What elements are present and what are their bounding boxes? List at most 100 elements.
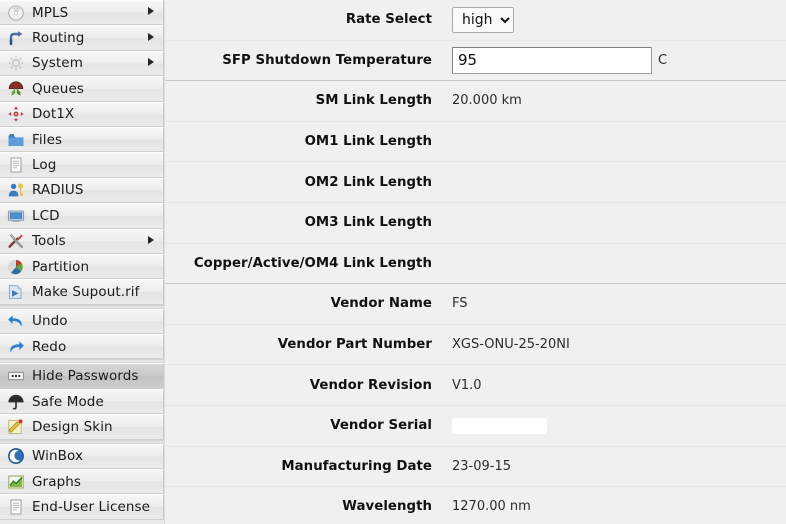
field-value-text: V1.0 xyxy=(452,377,482,393)
license-document-icon xyxy=(7,498,25,516)
sidebar-item-files[interactable]: Files xyxy=(0,126,164,153)
form-row: Copper/Active/OM4 Link Length xyxy=(165,243,786,285)
form-row: SFP Shutdown Temperature C xyxy=(165,40,786,82)
field-label: Vendor Serial xyxy=(330,418,432,434)
sidebar-group: Undo Redo xyxy=(0,308,164,360)
sidebar-item-system[interactable]: System xyxy=(0,50,164,77)
sidebar-item-make-supout-rif[interactable]: Make Supout.rif xyxy=(0,279,164,305)
hide-passwords-icon xyxy=(7,367,25,385)
sidebar-item-partition[interactable]: Partition xyxy=(0,253,164,280)
sfp-properties-form: Rate Select highlow SFP Shutdown Temperatu… xyxy=(165,0,786,524)
rate-select-dropdown[interactable]: highlow xyxy=(452,6,514,33)
sidebar-item-dot1x[interactable]: Dot1X xyxy=(0,101,164,127)
field-label: Copper/Active/OM4 Link Length xyxy=(193,255,432,271)
sidebar-item-label: WinBox xyxy=(32,448,84,465)
field-value: 20.000 km xyxy=(442,93,786,108)
form-row: Vendor Name FS xyxy=(165,284,786,325)
field-label: Manufacturing Date xyxy=(281,458,432,474)
temperature-input-wrap: C xyxy=(452,46,668,74)
sidebar-item-label: Partition xyxy=(32,258,90,275)
sidebar-item-label: Tools xyxy=(32,233,66,250)
field-label: Rate Select xyxy=(345,12,432,28)
field-label: Wavelength xyxy=(342,499,432,515)
queues-icon xyxy=(7,80,25,98)
sidebar-item-label: End-User License xyxy=(32,499,151,516)
files-folder-icon xyxy=(7,131,25,149)
field-value-text: XGS-ONU-25-20NI xyxy=(452,337,570,353)
safe-mode-umbrella-icon xyxy=(7,393,25,411)
sidebar-item-label: Design Skin xyxy=(32,418,113,435)
sidebar-menu[interactable]: MPLS Routing System Queues Dot1X Files Log RADI… xyxy=(0,0,165,524)
field-label: OM2 Link Length xyxy=(304,174,432,190)
sidebar-group: Hide Passwords Safe Mode Design Skin xyxy=(0,363,164,440)
field-label: SFP Shutdown Temperature xyxy=(222,52,432,68)
sidebar-item-end-user-license[interactable]: End-User License xyxy=(0,494,164,520)
log-icon xyxy=(7,156,25,174)
sidebar-item-radius[interactable]: RADIUS xyxy=(0,177,164,204)
form-row: OM3 Link Length xyxy=(165,202,786,244)
sidebar-item-mpls[interactable]: MPLS xyxy=(0,0,164,26)
field-value-text: 1270.00 nm xyxy=(452,499,531,515)
field-value: 23-09-15 xyxy=(442,459,786,474)
sidebar-item-label: Queues xyxy=(32,80,84,97)
sidebar-item-label: Graphs xyxy=(32,473,82,490)
sidebar-item-label: Dot1X xyxy=(32,106,75,123)
sidebar-item-hide-passwords[interactable]: Hide Passwords xyxy=(0,363,164,389)
field-value-text: 20.000 km xyxy=(452,93,522,109)
field-value: FS xyxy=(442,296,786,311)
sidebar-item-label: Log xyxy=(32,157,57,174)
sidebar-item-queues[interactable]: Queues xyxy=(0,76,164,102)
field-label: Vendor Part Number xyxy=(277,337,432,353)
sidebar-item-label: LCD xyxy=(32,207,60,224)
field-value: C xyxy=(442,46,786,74)
sidebar-item-safe-mode[interactable]: Safe Mode xyxy=(0,388,164,415)
chevron-right-icon xyxy=(145,32,157,44)
field-value: V1.0 xyxy=(442,378,786,393)
sidebar-item-label: Undo xyxy=(32,313,68,330)
field-value: XGS-ONU-25-20NI xyxy=(442,337,786,352)
system-gear-icon xyxy=(7,54,25,72)
sidebar-item-tools[interactable]: Tools xyxy=(0,228,164,254)
tools-icon xyxy=(7,232,25,250)
sidebar-item-undo[interactable]: Undo xyxy=(0,308,164,335)
chevron-right-icon xyxy=(145,57,157,69)
field-value xyxy=(442,418,786,433)
redo-arrow-icon xyxy=(7,338,25,356)
form-row: Manufacturing Date 23-09-15 xyxy=(165,446,786,488)
field-label: OM3 Link Length xyxy=(304,215,432,231)
sidebar-item-label: Routing xyxy=(32,30,85,47)
sidebar-item-label: Redo xyxy=(32,338,67,355)
sidebar-item-winbox[interactable]: WinBox xyxy=(0,443,164,470)
sfp-shutdown-temperature-input[interactable] xyxy=(452,46,652,74)
dot1x-icon xyxy=(7,105,25,123)
field-label: Vendor Revision xyxy=(309,377,432,393)
winbox-webfig-window: MPLS Routing System Queues Dot1X Files Log RADI… xyxy=(0,0,786,524)
field-value-text: FS xyxy=(452,296,468,312)
redacted-vendor-serial xyxy=(452,418,546,433)
design-skin-pencil-icon xyxy=(7,418,25,436)
form-row: SM Link Length 20.000 km xyxy=(165,81,786,122)
supout-icon xyxy=(7,283,25,301)
graphs-chart-icon xyxy=(7,473,25,491)
sidebar-item-graphs[interactable]: Graphs xyxy=(0,469,164,495)
form-row: Wavelength 1270.00 nm xyxy=(165,487,786,524)
sidebar-item-label: Files xyxy=(32,131,63,148)
field-value-text: 23-09-15 xyxy=(452,458,512,474)
sidebar-item-redo[interactable]: Redo xyxy=(0,334,164,360)
sidebar-item-design-skin[interactable]: Design Skin xyxy=(0,414,164,440)
temperature-unit-label: C xyxy=(658,52,668,68)
lcd-screen-icon xyxy=(7,207,25,225)
chevron-right-icon xyxy=(145,7,157,18)
partition-icon xyxy=(7,258,25,276)
sidebar-item-label: Safe Mode xyxy=(32,393,104,410)
field-value: 1270.00 nm xyxy=(442,499,786,514)
field-label: OM1 Link Length xyxy=(304,134,432,150)
sidebar-item-lcd[interactable]: LCD xyxy=(0,203,164,229)
undo-arrow-icon xyxy=(7,312,25,330)
sidebar-item-log[interactable]: Log xyxy=(0,152,164,178)
radius-user-icon xyxy=(7,181,25,199)
sidebar-item-routing[interactable]: Routing xyxy=(0,25,164,51)
routing-icon xyxy=(7,29,25,47)
form-row: Vendor Revision V1.0 xyxy=(165,365,786,406)
sidebar-item-label: MPLS xyxy=(32,4,69,21)
